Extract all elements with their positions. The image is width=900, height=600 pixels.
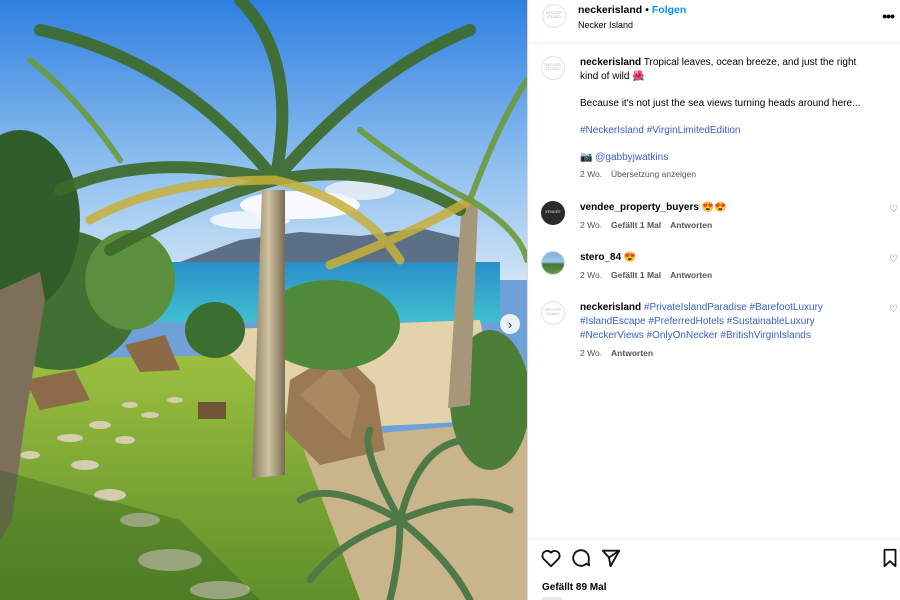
like-comment-heart-icon[interactable]: ♡ — [889, 204, 898, 215]
comment-username[interactable]: neckerisland — [580, 302, 641, 313]
avatar-logo: NECKER ISLAND — [544, 308, 562, 316]
comment-username[interactable]: vendee_property_buyers — [580, 202, 699, 213]
photo-credit: 📷 @gabbyjwatkins — [580, 151, 880, 165]
hibiscus-emoji: 🌺 — [632, 71, 645, 82]
post-image[interactable]: › — [0, 0, 527, 600]
likes-count[interactable]: Gefällt 89 Mal — [542, 582, 606, 593]
comment-likes[interactable]: Gefällt 1 Mal — [611, 220, 661, 230]
next-image-button[interactable]: › — [500, 314, 520, 334]
comments-list[interactable]: NECKER ISLAND neckerisland Tropical leav… — [528, 43, 900, 537]
comment-text-block: stero_84 😍 — [580, 251, 880, 265]
like-comment-heart-icon[interactable]: ♡ — [889, 254, 898, 265]
comment-time[interactable]: 2 Wo. — [580, 220, 602, 230]
translate-link[interactable]: Übersetzung anzeigen — [611, 169, 696, 179]
share-icon[interactable] — [600, 547, 622, 569]
caption-time[interactable]: 2 Wo. — [580, 169, 602, 179]
more-options-icon[interactable]: ••• — [882, 8, 895, 24]
caption-meta: 2 Wo. Übersetzung anzeigen — [580, 169, 880, 180]
post-header: NECKER ISLAND neckerisland • Folgen Necker… — [528, 0, 900, 43]
caption-line-2: Because it's not just the sea views turn… — [580, 98, 861, 109]
comment-text-block: vendee_property_buyers 😍😍 — [580, 201, 880, 215]
post-author: neckerisland • Folgen — [578, 4, 686, 16]
reply-button[interactable]: Antworten — [611, 348, 653, 358]
comment-username[interactable]: stero_84 — [580, 252, 621, 263]
avatar-logo: VENDÉE — [545, 210, 561, 215]
heart-eyes-emoji: 😍😍 — [698, 202, 727, 213]
caption-hashtags[interactable]: #NeckerIsland #VirginLimitedEdition — [580, 124, 880, 138]
avatar-logo: NECKER ISLAND — [544, 63, 562, 71]
comment-text-block: neckerisland #PrivateIslandParadise #Bar… — [580, 301, 840, 343]
comment-body: vendee_property_buyers 😍😍 2 Wo. Gefällt 1… — [580, 201, 880, 231]
separator-dot: • — [645, 4, 649, 16]
tropical-garden-photo — [0, 0, 527, 600]
post-side-panel: NECKER ISLAND neckerisland • Folgen Necker… — [527, 0, 900, 600]
caption-text-block: neckerisland Tropical leaves, ocean bree… — [580, 56, 876, 84]
comment-icon[interactable] — [570, 547, 592, 569]
bookmark-icon[interactable] — [879, 547, 900, 569]
comment-body: stero_84 😍 2 Wo. Gefällt 1 Mal Antworten — [580, 251, 880, 281]
caption-body: neckerisland Tropical leaves, ocean bree… — [580, 56, 880, 180]
avatar[interactable]: NECKER ISLAND — [541, 56, 565, 80]
comment-time[interactable]: 2 Wo. — [580, 348, 602, 358]
comment-body: neckerisland #PrivateIslandParadise #Bar… — [580, 301, 880, 359]
author-username[interactable]: neckerisland — [578, 4, 642, 16]
comment-meta: 2 Wo. Antworten — [580, 348, 880, 359]
avatar[interactable] — [541, 251, 565, 275]
comment-meta: 2 Wo. Gefällt 1 Mal Antworten — [580, 270, 880, 281]
heart-icon[interactable] — [540, 547, 562, 569]
reply-button[interactable]: Antworten — [670, 220, 712, 230]
avatar[interactable]: NECKER ISLAND — [542, 4, 566, 28]
post-actions: Gefällt 89 Mal — [528, 538, 900, 600]
caption-username[interactable]: neckerisland — [580, 57, 641, 68]
post-location[interactable]: Necker Island — [578, 20, 633, 30]
comment-meta: 2 Wo. Gefällt 1 Mal Antworten — [580, 220, 880, 231]
avatar[interactable]: NECKER ISLAND — [541, 301, 565, 325]
avatar-logo: NECKER ISLAND — [545, 11, 563, 19]
reply-button[interactable]: Antworten — [670, 270, 712, 280]
credit-mention[interactable]: @gabbyjwatkins — [595, 152, 668, 163]
comment-time[interactable]: 2 Wo. — [580, 270, 602, 280]
follow-button[interactable]: Folgen — [652, 4, 686, 16]
comment-likes[interactable]: Gefällt 1 Mal — [611, 270, 661, 280]
avatar[interactable]: VENDÉE — [541, 201, 565, 225]
camera-emoji: 📷 — [580, 152, 593, 163]
like-comment-heart-icon[interactable]: ♡ — [889, 304, 898, 315]
heart-eyes-emoji: 😍 — [621, 252, 637, 263]
